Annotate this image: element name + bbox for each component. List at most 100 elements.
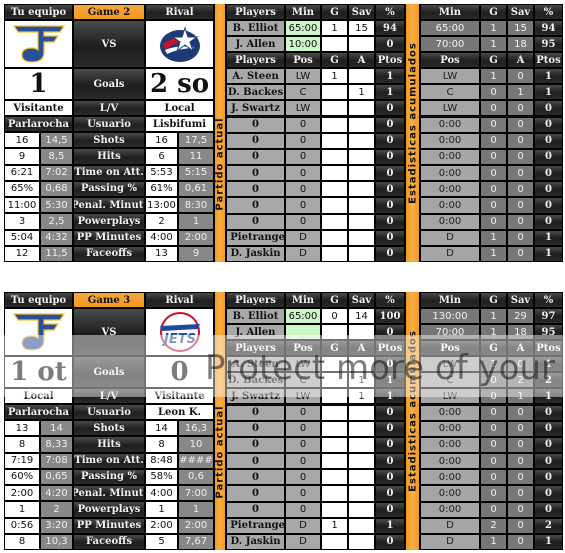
goalie-minutes[interactable]: 10:00 [285,36,321,52]
game-number-header: Game 2 [73,4,145,20]
my-team-stat-average: 2,5 [40,213,73,230]
skater-goals[interactable] [321,245,348,263]
skater-goals[interactable] [321,213,348,230]
goalie-goals-against[interactable] [321,324,348,340]
cumulative-skater-goals: 0 [480,132,507,149]
skater-assists[interactable] [348,501,375,518]
cumulative-skater-goals: 0 [480,388,507,405]
cumulative-skater-goals: 0 [480,100,507,117]
skater-assists[interactable]: 1 [348,84,375,101]
skater-assists[interactable] [348,181,375,198]
skater-assists[interactable] [348,420,375,437]
skater-assists[interactable] [348,533,375,551]
goalie-goals-against[interactable] [321,36,348,52]
my-team-stat-average: 11,5 [40,245,73,262]
skater-assists[interactable] [348,148,375,165]
cumulative-goalie-goals-against: 1 [480,20,507,36]
cumulative-skater-goals: 0 [480,453,507,470]
rival-stat-average: 2:00 [178,517,214,534]
skater-goals[interactable] [321,84,348,101]
skater-goals[interactable] [321,372,348,389]
my-team-stat-value: 8 [4,436,40,453]
goalie-minutes[interactable] [285,324,321,340]
cumulative-goalie-minutes: 65:00 [420,20,480,36]
cumulative-skater-assists: 0 [507,356,534,373]
skater-assists[interactable] [348,68,375,85]
skater-goals[interactable] [321,229,348,246]
stat-label: Passing % [73,468,145,485]
goalie-goals-against[interactable]: 0 [321,308,348,324]
rival-stat-value: 4:00 [145,229,178,246]
skater-assists[interactable] [348,404,375,421]
skater-goals[interactable] [321,356,348,373]
my-team-user: Parlarocha [4,404,73,420]
skater-goals[interactable] [321,388,348,405]
goalie-saves[interactable]: 15 [348,20,375,36]
skater-assists[interactable] [348,197,375,214]
skater-assists[interactable] [348,245,375,263]
skater-assists[interactable] [348,469,375,486]
goalie-header-players: Players [226,4,285,20]
goalie-saves[interactable] [348,324,375,340]
cumulative-skater-position: 0:00 [420,213,480,230]
skater-goals[interactable] [321,469,348,486]
skater-assists[interactable] [348,213,375,230]
my-team-stat-value: 9 [4,148,40,165]
skater-assists[interactable] [348,485,375,502]
cumulative-stats-label: Estadisticas acumulados [407,329,418,492]
my-team-stat-value: 0:56 [4,517,40,534]
skater-goals[interactable] [321,501,348,518]
cumulative-skater-header-a: A [507,340,534,356]
cumulative-skater-position: 0:00 [420,197,480,214]
skater-goals[interactable] [321,420,348,437]
my-team-stat-value: 3 [4,213,40,230]
cumulative-skater-assists: 0 [507,517,534,534]
cumulative-skater-points: 1 [534,388,563,405]
skater-goals[interactable] [321,100,348,117]
my-team-header: Tu equipo [4,4,73,20]
skater-goals[interactable] [321,181,348,198]
skater-goals[interactable] [321,165,348,182]
skater-assists[interactable] [348,116,375,133]
my-team-stat-average: 8,5 [40,148,73,165]
skater-assists[interactable]: 1 [348,372,375,389]
skater-assists[interactable] [348,165,375,182]
cumulative-skater-assists: 0 [507,245,534,263]
cumulative-skater-position: 0:00 [420,469,480,486]
rival-stat-average: 2:00 [178,229,214,246]
goalie-saves[interactable] [348,36,375,52]
goals-label: Goals [73,68,145,100]
skater-assists[interactable] [348,453,375,470]
skater-goals[interactable] [321,148,348,165]
skater-goals[interactable] [321,485,348,502]
skater-name: D. Backes [226,372,285,389]
skater-goals[interactable] [321,197,348,214]
skater-goals[interactable] [321,404,348,421]
skater-assists[interactable]: 1 [348,388,375,405]
skater-goals[interactable] [321,132,348,149]
goalie-goals-against[interactable]: 1 [321,20,348,36]
skater-goals[interactable] [321,453,348,470]
skater-name: J. Swartz [226,388,285,405]
skater-assists[interactable] [348,132,375,149]
cumulative-skater-goals: 1 [480,356,507,373]
skater-goals[interactable]: 1 [321,68,348,85]
skater-goals[interactable] [321,436,348,453]
skater-points: 0 [375,420,405,437]
skater-assists[interactable] [348,436,375,453]
my-team-stat-average: 0,68 [40,180,73,197]
goalie-minutes[interactable]: 65:00 [285,308,321,324]
goalie-minutes[interactable]: 65:00 [285,20,321,36]
skater-goals[interactable]: 1 [321,517,348,534]
skater-assists[interactable] [348,356,375,373]
cumulative-goalie-saves: 15 [507,20,534,36]
my-team-stat-average: 2 [40,501,73,518]
goalie-saves[interactable]: 14 [348,308,375,324]
skater-assists[interactable] [348,517,375,534]
game-number-header: Game 3 [73,292,145,308]
cumulative-skater-assists: 0 [507,148,534,165]
skater-goals[interactable] [321,116,348,133]
skater-assists[interactable] [348,100,375,117]
skater-goals[interactable] [321,533,348,551]
skater-assists[interactable] [348,229,375,246]
